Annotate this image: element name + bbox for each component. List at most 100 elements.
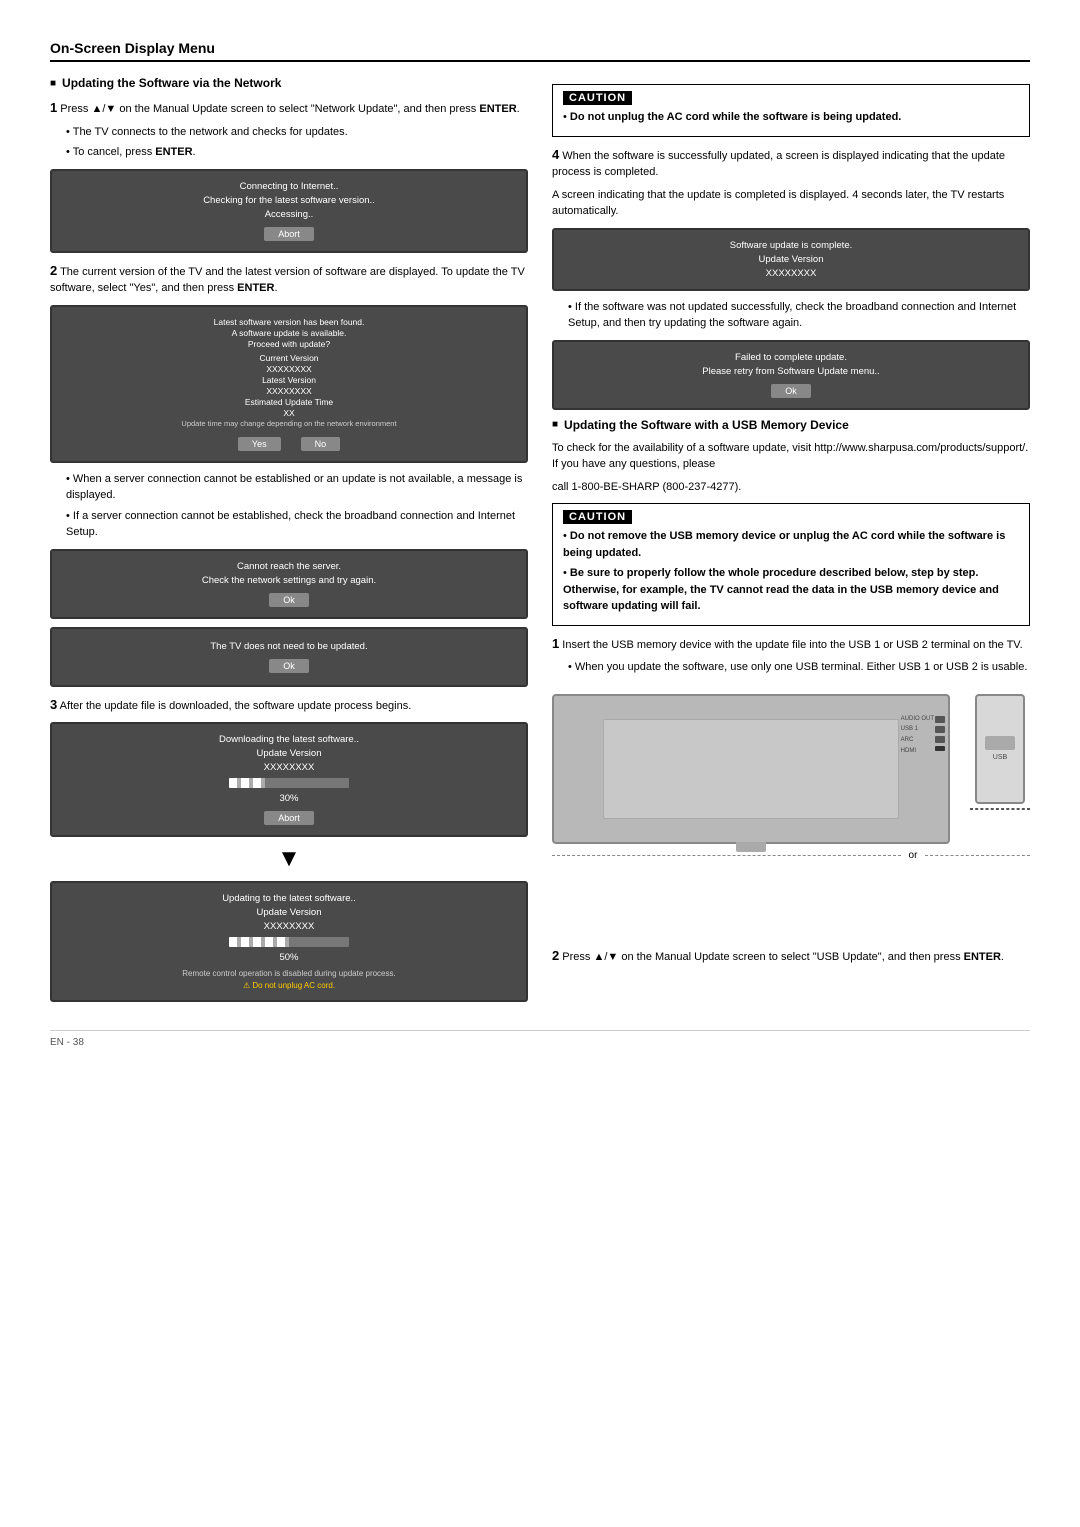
caution1-box: CAUTION Do not unplug the AC cord while …	[552, 84, 1030, 137]
screen5: Downloading the latest software.. Update…	[50, 722, 528, 837]
arrow-down: ▼	[50, 845, 528, 873]
step1-bullet1: The TV connects to the network and check…	[66, 124, 528, 141]
screen2-current-label: Current Version	[259, 353, 318, 363]
screen2-current-val: XXXXXXXX	[266, 364, 311, 374]
screen4-line1: The TV does not need to be updated.	[210, 641, 367, 652]
screen6-note: Remote control operation is disabled dur…	[182, 969, 395, 978]
screen6: Updating to the latest software.. Update…	[50, 881, 528, 1002]
screen2-yes-btn: Yes	[238, 437, 281, 451]
screen1-line3: Accessing..	[265, 209, 314, 220]
screen2: Latest software version has been found. …	[50, 305, 528, 463]
screen3: Cannot reach the server. Check the netwo…	[50, 549, 528, 619]
screen1-line1: Connecting to Internet..	[240, 181, 339, 192]
port-group	[935, 716, 948, 751]
page-header: On-Screen Display Menu	[50, 40, 1030, 62]
screen7: Software update is complete. Update Vers…	[552, 228, 1030, 291]
screen6-progress-fill	[229, 937, 289, 947]
right-column: CAUTION Do not unplug the AC cord while …	[552, 76, 1030, 1010]
screen7-val: XXXXXXXX	[766, 268, 817, 279]
screen3-line1: Cannot reach the server.	[237, 561, 341, 572]
screen7-label: Update Version	[759, 254, 824, 265]
section2-heading: Updating the Software with a USB Memory …	[552, 418, 1030, 432]
screen5-label: Update Version	[257, 748, 322, 759]
screen6-progress-bar	[229, 937, 349, 947]
usb-diagram: AUDIO OUT USB 1 ARC HDMI	[552, 686, 1030, 946]
bullet-server2: If a server connection cannot be establi…	[66, 508, 528, 541]
label-usb1: USB 1	[901, 724, 934, 735]
port1	[935, 716, 945, 723]
screen5-progress-bar	[229, 778, 349, 788]
screen2-latest-val: XXXXXXXX	[266, 386, 311, 396]
label-arc: ARC	[901, 735, 934, 746]
screen6-warning: ⚠ Do not unplug AC cord.	[243, 981, 335, 990]
page-title: On-Screen Display Menu	[50, 40, 215, 56]
dotted-separator	[970, 808, 1030, 810]
section1-heading: Updating the Software via the Network	[50, 76, 528, 90]
caution1-title: CAUTION	[563, 91, 632, 105]
screen5-progress-fill	[229, 778, 265, 788]
usb-stick-area: USB	[970, 694, 1030, 814]
usb-connector	[985, 736, 1015, 750]
or-row: or	[552, 850, 1030, 861]
step1-bullet2: To cancel, press ENTER.	[66, 144, 528, 161]
screen6-progress-pct: 50%	[279, 952, 298, 963]
tv-stand	[736, 842, 766, 852]
section2-text2: call 1-800-BE-SHARP (800-237-4277).	[552, 479, 1030, 496]
screen2-line1: Latest software version has been found.	[214, 317, 365, 327]
tv-screen-placeholder: AUDIO OUT USB 1 ARC HDMI	[603, 719, 899, 819]
step2-text: 2 The current version of the TV and the …	[50, 261, 528, 297]
caution2-box: CAUTION Do not remove the USB memory dev…	[552, 503, 1030, 626]
step1-usb-bullet: When you update the software, use only o…	[568, 659, 1030, 676]
screen5-line1: Downloading the latest software..	[219, 734, 359, 745]
screen3-ok-btn: Ok	[269, 593, 309, 607]
dashed-line-right	[925, 855, 1030, 856]
screen6-val: XXXXXXXX	[264, 921, 315, 932]
screen2-line3: Proceed with update?	[248, 339, 330, 349]
caution1-bullet1: Do not unplug the AC cord while the soft…	[563, 109, 1019, 126]
screen2-btn-row: Yes No	[238, 433, 340, 451]
screen5-val: XXXXXXXX	[264, 762, 315, 773]
or-text: or	[909, 850, 918, 861]
label-audio: AUDIO OUT	[901, 714, 934, 725]
caution2-bullet1: Do not remove the USB memory device or u…	[563, 528, 1019, 561]
bullet-server1: When a server connection cannot be estab…	[66, 471, 528, 504]
usb-stick-label: USB	[993, 754, 1007, 761]
screen8-line1: Failed to complete update.	[735, 352, 847, 363]
screen8-ok-btn: Ok	[771, 384, 811, 398]
step4-note: A screen indicating that the update is c…	[552, 187, 1030, 220]
port4	[935, 746, 945, 751]
bullet-fail: If the software was not updated successf…	[568, 299, 1030, 332]
screen5-progress-pct: 30%	[279, 793, 298, 804]
screen8-line2: Please retry from Software Update menu..	[702, 366, 879, 377]
port3	[935, 736, 945, 743]
dashed-line-left	[552, 855, 901, 856]
step1-usb-text: 1 Insert the USB memory device with the …	[552, 634, 1030, 654]
screen4: The TV does not need to be updated. Ok	[50, 627, 528, 687]
page-number: EN - 38	[50, 1037, 84, 1048]
section2-text1: To check for the availability of a softw…	[552, 440, 1030, 473]
screen5-abort-btn: Abort	[264, 811, 314, 825]
screen8: Failed to complete update. Please retry …	[552, 340, 1030, 410]
tv-diagram-row: AUDIO OUT USB 1 ARC HDMI	[552, 694, 1030, 844]
step2-usb-text: 2 Press ▲/▼ on the Manual Update screen …	[552, 946, 1030, 966]
screen7-line1: Software update is complete.	[730, 240, 853, 251]
screen4-ok-btn: Ok	[269, 659, 309, 673]
caution2-title: CAUTION	[563, 510, 632, 524]
port-labels: AUDIO OUT USB 1 ARC HDMI	[901, 714, 934, 757]
tv-back-view: AUDIO OUT USB 1 ARC HDMI	[552, 694, 950, 844]
screen2-latest-label: Latest Version	[262, 375, 316, 385]
page-container: On-Screen Display Menu Updating the Soft…	[50, 40, 1030, 1048]
footer: EN - 38	[50, 1030, 1030, 1048]
screen2-line2: A software update is available.	[232, 328, 347, 338]
step1-text: 1 Press ▲/▼ on the Manual Update screen …	[50, 98, 528, 118]
step3-text: 3 After the update file is downloaded, t…	[50, 695, 528, 715]
screen6-label: Update Version	[257, 907, 322, 918]
screen1-line2: Checking for the latest software version…	[203, 195, 375, 206]
screen2-note: Update time may change depending on the …	[181, 419, 396, 428]
screen6-line1: Updating to the latest software..	[222, 893, 356, 904]
caution2-bullet2: Be sure to properly follow the whole pro…	[563, 565, 1019, 615]
screen1-abort-btn: Abort	[264, 227, 314, 241]
step4-text: 4 When the software is successfully upda…	[552, 145, 1030, 181]
screen2-time-val: XX	[283, 408, 294, 418]
screen2-no-btn: No	[301, 437, 341, 451]
